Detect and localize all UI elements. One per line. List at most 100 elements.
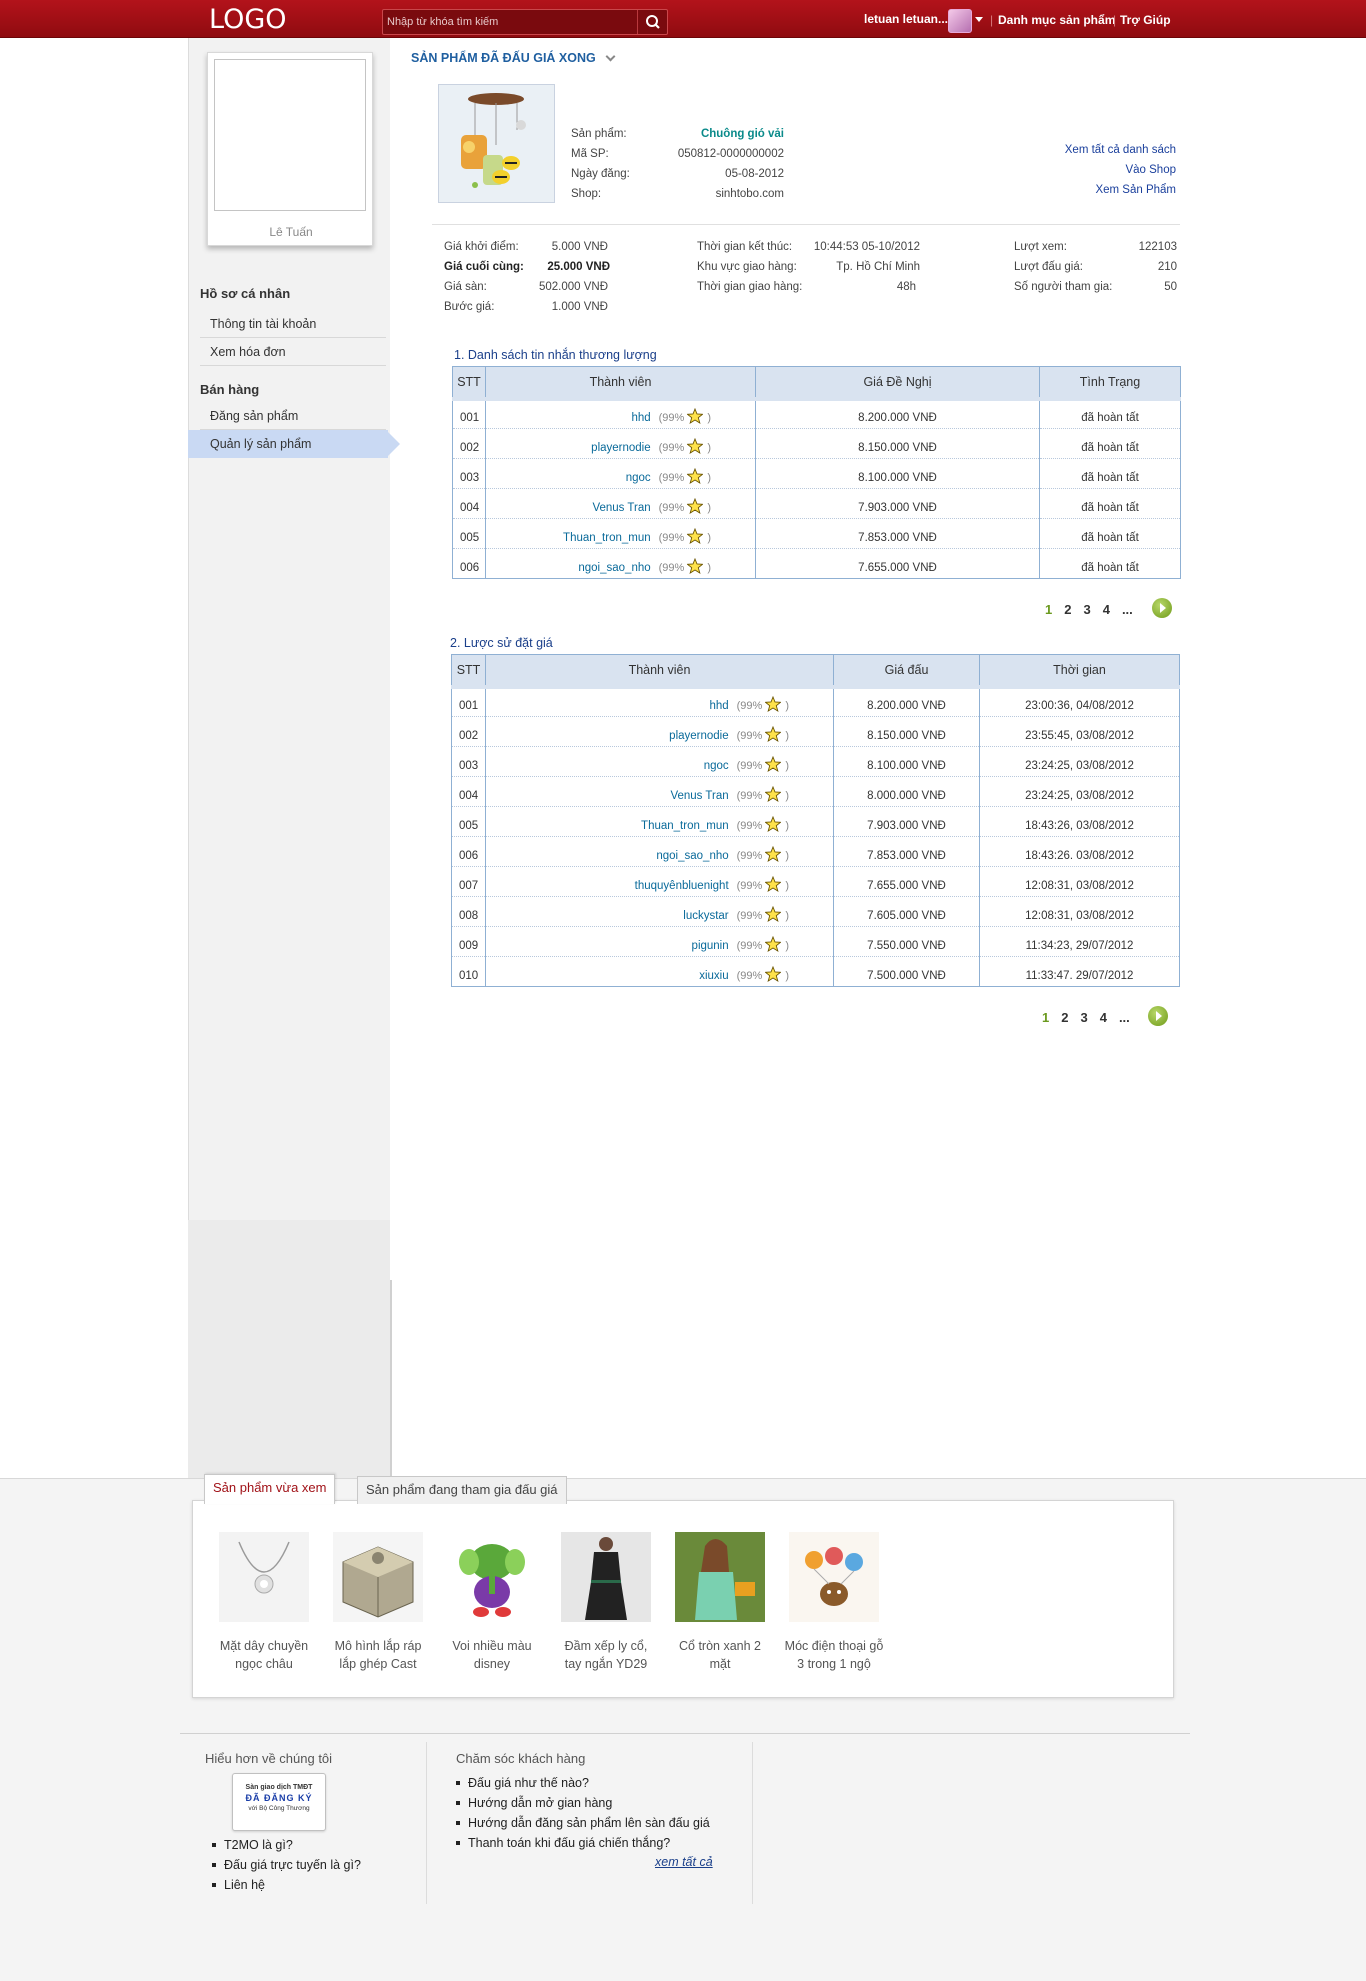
- col-header-offer: Giá Đề Nghị: [755, 366, 1040, 401]
- table-row[interactable]: 002 playernodie (99%) 8.150.000 VNĐ đã hoàn …: [452, 428, 1181, 459]
- member-link[interactable]: Venus Tran: [670, 790, 728, 802]
- footer-link-post-product[interactable]: Hướng dẫn đăng sản phẩm lên sàn đấu giá: [456, 1813, 710, 1833]
- footer-link-payment[interactable]: Thanh toán khi đấu giá chiến thắng?: [456, 1833, 710, 1853]
- member-link[interactable]: xiuxiu: [699, 970, 728, 982]
- row-member: Venus Tran (99%): [485, 776, 834, 807]
- member-rating: (99%: [736, 730, 763, 742]
- product-name-text[interactable]: Chuông gió vải: [701, 128, 784, 140]
- table-row[interactable]: 006 ngoi_sao_nho (99%) 7.853.000 VNĐ 18:43:2…: [451, 836, 1180, 867]
- nav-help[interactable]: Trợ Giúp: [1120, 13, 1171, 27]
- see-all-link[interactable]: xem tất cả: [655, 1855, 713, 1869]
- page-4[interactable]: 4: [1103, 602, 1110, 617]
- row-member: Thuan_tron_mun (99%): [485, 518, 756, 549]
- member-link[interactable]: luckystar: [683, 910, 728, 922]
- view-all-list-link[interactable]: Xem tất cả danh sách: [1065, 144, 1176, 156]
- footer-link-contact[interactable]: Liên hệ: [212, 1875, 361, 1895]
- chevron-down-icon[interactable]: [975, 17, 983, 22]
- next-page-icon[interactable]: [1152, 598, 1172, 618]
- search-button[interactable]: [637, 10, 667, 34]
- row-price: 7.853.000 VNĐ: [833, 836, 980, 867]
- member-link[interactable]: pigunin: [692, 940, 729, 952]
- row-status: đã hoàn tất: [1039, 488, 1181, 519]
- recent-product[interactable]: Đầm xếp ly cổ, tay ngắn YD29: [547, 1532, 665, 1673]
- member-link[interactable]: playernodie: [669, 730, 728, 742]
- page-1[interactable]: 1: [1045, 602, 1052, 617]
- product-name[interactable]: Chuông gió vải: [640, 128, 784, 140]
- nav-categories[interactable]: Danh mục sản phẩm: [998, 13, 1115, 27]
- product-image[interactable]: [438, 84, 555, 203]
- member-link[interactable]: ngoi_sao_nho: [656, 850, 728, 862]
- row-stt: 002: [452, 428, 486, 459]
- recent-product[interactable]: Mặt dây chuyền ngọc châu: [205, 1532, 323, 1673]
- table-row[interactable]: 005 Thuan_tron_mun (99%) 7.853.000 VNĐ đã ho…: [452, 518, 1181, 549]
- star-icon: [765, 906, 782, 922]
- page-2[interactable]: 2: [1064, 602, 1071, 617]
- member-link[interactable]: Venus Tran: [592, 502, 650, 514]
- recent-product[interactable]: Móc điện thoại gỗ 3 trong 1 ngộ: [775, 1532, 893, 1673]
- member-link[interactable]: Thuan_tron_mun: [641, 820, 729, 832]
- member-link[interactable]: thuquyênbluenight: [635, 880, 729, 892]
- page-3[interactable]: 3: [1080, 1010, 1087, 1025]
- rating-close: ): [785, 730, 789, 742]
- row-price: 8.200.000 VNĐ: [755, 398, 1040, 429]
- active-indicator: [388, 432, 400, 456]
- tab-recently-viewed[interactable]: Sản phẩm vừa xem: [204, 1474, 336, 1504]
- member-rating: (99%: [658, 502, 685, 514]
- table-row[interactable]: 003 ngoc (99%) 8.100.000 VNĐ 23:24:25, 03/08…: [451, 746, 1180, 777]
- footer-link-open-shop[interactable]: Hướng dẫn mở gian hàng: [456, 1793, 710, 1813]
- footer-link-online-auction[interactable]: Đấu giá trực tuyến là gì?: [212, 1855, 361, 1875]
- member-link[interactable]: ngoc: [626, 472, 651, 484]
- footer-link-what-is[interactable]: T2MO là gì?: [212, 1835, 361, 1855]
- table-row[interactable]: 001 hhd (99%) 8.200.000 VNĐ 23:00:36, 04/08/…: [451, 686, 1180, 717]
- member-link[interactable]: ngoc: [704, 760, 729, 772]
- table-row[interactable]: 004 Venus Tran (99%) 8.000.000 VNĐ 23:24:25,…: [451, 776, 1180, 807]
- site-logo[interactable]: LOGO: [209, 4, 287, 35]
- recent-product[interactable]: Cổ tròn xanh 2 mặt: [661, 1532, 779, 1673]
- stat-label: Thời gian kết thúc:: [697, 241, 793, 253]
- rating-close: ): [785, 820, 789, 832]
- footer-link-how-to-bid[interactable]: Đấu giá như thế nào?: [456, 1773, 710, 1793]
- search-input[interactable]: [387, 13, 637, 31]
- member-link[interactable]: ngoi_sao_nho: [578, 562, 650, 574]
- recent-product[interactable]: Voi nhiều màu disney: [433, 1532, 551, 1673]
- user-avatar[interactable]: [948, 9, 972, 33]
- stat-label: Thời gian giao hàng:: [697, 281, 803, 293]
- table-row[interactable]: 002 playernodie (99%) 8.150.000 VNĐ 23:55:45…: [451, 716, 1180, 747]
- footer-about-list: T2MO là gì? Đấu giá trực tuyến là gì? Li…: [212, 1835, 361, 1895]
- row-time: 11:34:23, 29/07/2012: [979, 926, 1180, 957]
- sidebar-item-invoices[interactable]: Xem hóa đơn: [200, 338, 386, 366]
- stat-label: Lượt đấu giá:: [1014, 261, 1083, 273]
- table-row[interactable]: 004 Venus Tran (99%) 7.903.000 VNĐ đã hoàn t…: [452, 488, 1181, 519]
- table-row[interactable]: 010 xiuxiu (99%) 7.500.000 VNĐ 11:33:47. 29/…: [451, 956, 1180, 987]
- table-row[interactable]: 001 hhd (99%) 8.200.000 VNĐ đã hoàn tất: [452, 398, 1181, 429]
- table-row[interactable]: 009 pigunin (99%) 7.550.000 VNĐ 11:34:23, 29…: [451, 926, 1180, 957]
- page-2[interactable]: 2: [1061, 1010, 1068, 1025]
- table-row[interactable]: 005 Thuan_tron_mun (99%) 7.903.000 VNĐ 18:43…: [451, 806, 1180, 837]
- registered-badge[interactable]: Sàn giao dịch TMĐT ĐÃ ĐĂNG KÝ với Bộ Côn…: [232, 1773, 326, 1831]
- go-to-shop-link[interactable]: Vào Shop: [1125, 164, 1176, 176]
- member-link[interactable]: Thuan_tron_mun: [563, 532, 651, 544]
- table-row[interactable]: 007 thuquyênbluenight (99%) 7.655.000 VNĐ 12…: [451, 866, 1180, 897]
- member-link[interactable]: hhd: [631, 412, 650, 424]
- user-name[interactable]: letuan letuan...: [864, 12, 948, 26]
- sidebar-item-manage-products[interactable]: Quản lý sản phẩm: [188, 430, 388, 458]
- page-4[interactable]: 4: [1100, 1010, 1107, 1025]
- page-3[interactable]: 3: [1083, 602, 1090, 617]
- recent-product[interactable]: Mô hình lắp ráp lắp ghép Cast: [319, 1532, 437, 1673]
- row-time: 12:08:31, 03/08/2012: [979, 896, 1180, 927]
- phone-charm-icon: [789, 1532, 879, 1622]
- product-caption: Cổ tròn xanh 2: [679, 1639, 761, 1653]
- view-product-link[interactable]: Xem Sản Phẩm: [1095, 184, 1176, 196]
- tab-joining-auctions[interactable]: Sản phẩm đang tham gia đấu giá: [357, 1476, 567, 1504]
- table-row[interactable]: 003 ngoc (99%) 8.100.000 VNĐ đã hoàn tất: [452, 458, 1181, 489]
- table-row[interactable]: 008 luckystar (99%) 7.605.000 VNĐ 12:08:31, …: [451, 896, 1180, 927]
- next-page-icon[interactable]: [1148, 1006, 1168, 1026]
- table-row[interactable]: 006 ngoi_sao_nho (99%) 7.655.000 VNĐ đã hoàn…: [452, 548, 1181, 579]
- sidebar-item-post-product[interactable]: Đăng sản phẩm: [200, 402, 386, 430]
- profile-photo[interactable]: [214, 59, 366, 211]
- member-link[interactable]: hhd: [709, 700, 728, 712]
- page-1[interactable]: 1: [1042, 1010, 1049, 1025]
- sidebar-item-account-info[interactable]: Thông tin tài khoản: [200, 310, 386, 338]
- member-link[interactable]: playernodie: [591, 442, 650, 454]
- chevron-down-icon[interactable]: [605, 51, 616, 62]
